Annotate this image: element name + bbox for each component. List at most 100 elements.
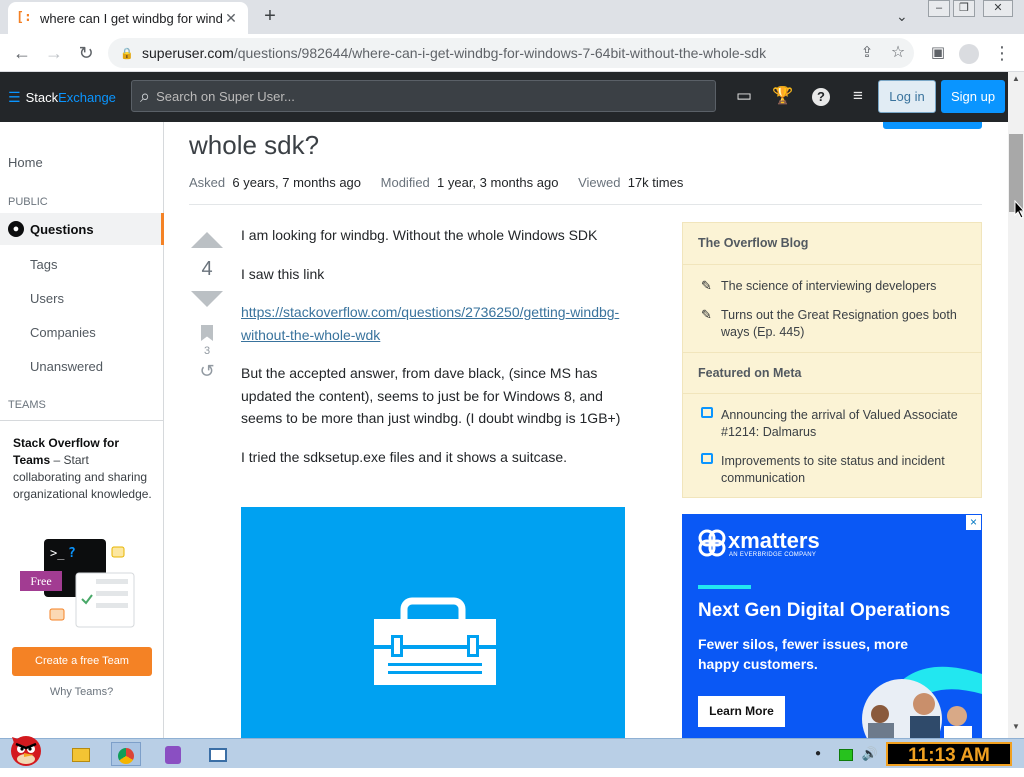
post-paragraph: I saw this link [241, 265, 325, 282]
back-icon[interactable]: ← [10, 41, 34, 65]
suitcase-icon [374, 597, 496, 685]
blog-item[interactable]: Turns out the Great Resignation goes bot… [721, 307, 971, 341]
viewed-value: 17k times [627, 175, 684, 190]
page-scrollbar[interactable]: ▲ ▼ [1008, 72, 1024, 738]
teams-promo: Stack Overflow for Teams – Start collabo… [0, 420, 163, 710]
nav-tags[interactable]: Tags [30, 257, 57, 272]
tray-dot-icon[interactable]: ● [806, 742, 830, 766]
reload-icon[interactable]: ↻ [74, 41, 98, 65]
asked-value: 6 years, 7 months ago [232, 175, 362, 190]
inbox-icon[interactable]: ▭ [732, 86, 756, 108]
upvote-icon[interactable] [191, 232, 223, 248]
meta-item[interactable]: Improvements to site status and incident… [721, 453, 971, 487]
post-paragraph: I tried the sdksetup.exe files and it sh… [241, 448, 568, 465]
overflow-blog-widget: The Overflow Blog ✎ The science of inter… [682, 222, 982, 498]
post-paragraph: I am looking for windbg. Without the who… [241, 227, 598, 243]
scroll-down-icon[interactable]: ▼ [1008, 722, 1024, 736]
site-topbar: ☰ Stack Exchange ⌕ Search on Super User..… [0, 72, 1008, 122]
question-title: whole sdk? [189, 130, 320, 160]
ad-close-icon[interactable]: × [966, 515, 981, 530]
tab-search-icon[interactable]: ⌄ [896, 8, 908, 25]
share-icon[interactable]: ⇪ [855, 41, 879, 65]
window-taskbar-icon[interactable] [203, 742, 233, 766]
profile-avatar-icon[interactable] [957, 41, 981, 65]
why-teams-link[interactable]: Why Teams? [0, 686, 163, 698]
site-switcher-icon[interactable]: ≡ [846, 86, 870, 108]
ad-accent-bar [698, 585, 751, 589]
xmatters-ad[interactable]: × xmatters AN EVERBRIDGE COMPANY Next Ge… [682, 514, 982, 738]
nav-caption-teams: TEAMS [8, 399, 46, 411]
file-explorer-icon[interactable] [66, 742, 96, 766]
ad-brand: xmatters [728, 528, 820, 553]
vote-count: 4 [201, 258, 213, 280]
ad-headline: Next Gen Digital Operations [698, 600, 951, 621]
address-bar[interactable]: 🔒 superuser.com/questions/982644/where-c… [108, 38, 914, 68]
forward-icon[interactable]: → [42, 41, 66, 65]
close-window-button[interactable]: ✕ [983, 0, 1013, 17]
side-panel-icon[interactable]: ▣ [926, 41, 950, 65]
xmatters-logo-icon [698, 529, 726, 557]
question-meta: Asked 6 years, 7 months ago Modified 1 y… [189, 175, 684, 190]
meta-item[interactable]: Announcing the arrival of Valued Associa… [721, 407, 971, 441]
blog-header: The Overflow Blog [683, 223, 981, 265]
superuser-favicon-icon: [: [16, 10, 32, 25]
meta-header: Featured on Meta [683, 352, 981, 394]
tray-network-icon[interactable] [834, 742, 858, 766]
divider [189, 204, 982, 205]
search-icon: ⌕ [140, 85, 151, 106]
nav-companies[interactable]: Companies [30, 325, 96, 340]
site-search-input[interactable]: ⌕ Search on Super User... [131, 80, 716, 112]
app-taskbar-icon[interactable] [158, 742, 188, 766]
nav-users[interactable]: Users [30, 291, 64, 306]
start-angry-bird-icon[interactable] [4, 729, 48, 769]
new-tab-button[interactable]: + [258, 4, 282, 28]
stackoverflow-link[interactable]: https://stackoverflow.com/questions/2736… [241, 304, 619, 343]
svg-text:>_: >_ [50, 546, 65, 560]
nav-home[interactable]: Home [8, 155, 43, 170]
taskbar-clock[interactable]: 11:13 AM [886, 742, 1012, 766]
downvote-icon[interactable] [191, 291, 223, 307]
chat-icon [701, 407, 713, 418]
browser-tab[interactable]: [: where can I get windbg for windo ✕ [8, 2, 248, 34]
ad-photo [862, 666, 982, 738]
browser-menu-icon[interactable]: ⋮ [990, 41, 1014, 65]
ad-brand-sub: AN EVERBRIDGE COMPANY [729, 552, 817, 558]
modified-value: 1 year, 3 months ago [437, 175, 559, 190]
nav-unanswered[interactable]: Unanswered [30, 359, 103, 374]
bookmark-icon[interactable] [201, 325, 213, 341]
os-taskbar: ● 🔊 11:13 AM [0, 736, 1024, 768]
chrome-taskbar-icon[interactable] [111, 742, 141, 766]
mouse-cursor-icon [1014, 200, 1024, 219]
teams-promo-text: Stack Overflow for Teams – Start collabo… [13, 436, 152, 501]
stackexchange-menu-icon: ☰ [8, 88, 21, 105]
tray-volume-icon[interactable]: 🔊 [858, 742, 882, 766]
tab-title: where can I get windbg for windo [40, 10, 222, 26]
minimize-button[interactable]: – [928, 0, 950, 17]
nav-questions[interactable]: ● Questions [0, 213, 164, 245]
help-icon[interactable]: ? [809, 86, 833, 108]
history-icon[interactable]: ↺ [190, 361, 224, 382]
create-team-button[interactable]: Create a free Team [12, 647, 152, 676]
signup-button[interactable]: Sign up [941, 80, 1005, 113]
bookmark-count: 3 [203, 345, 211, 357]
bookmark-star-icon[interactable]: ☆ [886, 41, 910, 65]
lock-icon: 🔒 [120, 47, 134, 60]
nav-caption-public: PUBLIC [8, 196, 48, 208]
close-tab-icon[interactable]: ✕ [222, 10, 240, 27]
pencil-icon: ✎ [701, 307, 712, 322]
chat-icon [701, 453, 713, 464]
suitcase-screenshot [241, 507, 625, 738]
url-text: superuser.com/questions/982644/where-can… [142, 45, 767, 61]
learn-more-button[interactable]: Learn More [698, 696, 785, 727]
stackexchange-logo[interactable]: ☰ Stack Exchange [8, 89, 116, 106]
scroll-up-icon[interactable]: ▲ [1008, 74, 1024, 88]
restore-button[interactable]: ❐ [953, 0, 975, 17]
achievements-trophy-icon[interactable]: 🏆 [771, 86, 795, 108]
blog-item[interactable]: The science of interviewing developers [721, 278, 971, 295]
login-button[interactable]: Log in [878, 80, 936, 113]
svg-text:?: ? [68, 546, 76, 561]
browser-tab-bar: [: where can I get windbg for windo ✕ + … [0, 0, 1024, 34]
globe-icon: ● [8, 221, 24, 237]
ask-question-button[interactable] [883, 122, 982, 129]
browser-toolbar: ← → ↻ 🔒 superuser.com/questions/982644/w… [0, 34, 1024, 72]
